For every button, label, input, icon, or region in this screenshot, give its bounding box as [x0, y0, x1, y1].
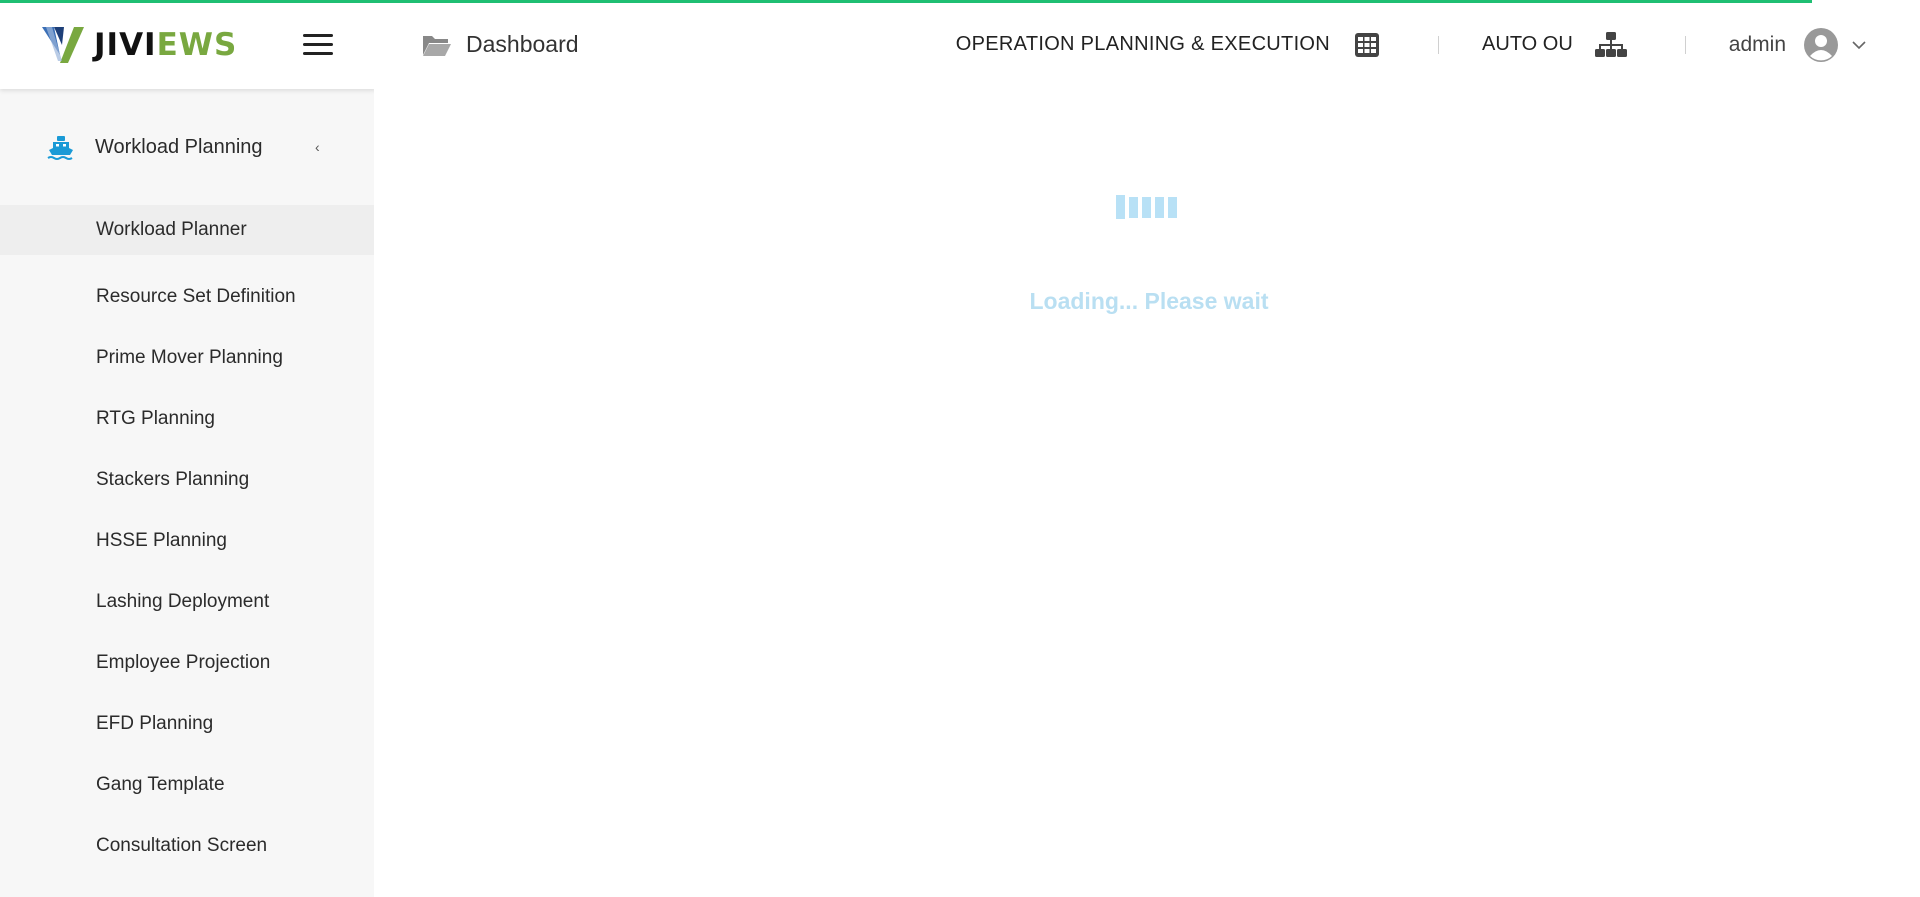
folder-open-icon	[423, 35, 451, 56]
chevron-left-icon[interactable]: ‹	[315, 139, 320, 155]
brand-bar: JIVIEWS	[0, 0, 374, 89]
sidebar-item-lashing-deployment[interactable]: Lashing Deployment	[0, 571, 374, 632]
app-logo[interactable]: JIVIEWS	[40, 25, 237, 65]
sidebar-submenu: Workload Planner Resource Set Definition…	[0, 205, 374, 897]
sidebar-group-label: Workload Planning	[95, 135, 263, 158]
org-unit-label: AUTO OU	[1482, 33, 1573, 55]
module-selector[interactable]: OPERATION PLANNING & EXECUTION	[956, 32, 1380, 58]
user-name: admin	[1728, 32, 1786, 56]
sidebar-item-prime-mover-planning[interactable]: Prime Mover Planning	[0, 327, 374, 388]
sidebar: JIVIEWS Workload Planning ‹ Workload Pla…	[0, 0, 374, 897]
sidebar-item-hsse-planning[interactable]: HSSE Planning	[0, 510, 374, 571]
chevron-down-icon	[1852, 40, 1866, 49]
sidebar-item-employee-projection[interactable]: Employee Projection	[0, 632, 374, 693]
logo-text: JIVIEWS	[94, 26, 238, 63]
page-progress-bar	[0, 0, 1812, 3]
sitemap-icon	[1594, 31, 1627, 57]
sidebar-item-workload-planner[interactable]: Workload Planner	[0, 205, 374, 255]
sidebar-item-efd-planning[interactable]: EFD Planning	[0, 693, 374, 754]
grid-icon	[1355, 32, 1380, 57]
module-label: OPERATION PLANNING & EXECUTION	[955, 33, 1331, 55]
top-header: Dashboard OPERATION PLANNING & EXECUTION…	[374, 0, 1920, 89]
breadcrumb: Dashboard	[422, 31, 579, 58]
sidebar-item-resource-set-definition[interactable]: Resource Set Definition	[0, 266, 374, 327]
user-avatar-icon	[1804, 27, 1838, 62]
org-unit-selector[interactable]: AUTO OU	[1482, 31, 1627, 59]
sidebar-item-rtg-planning[interactable]: RTG Planning	[0, 388, 374, 449]
main-content: Loading... Please wait	[374, 89, 1920, 897]
logo-icon	[42, 26, 84, 63]
sidebar-item-consultation-screen[interactable]: Consultation Screen	[0, 815, 374, 876]
sidebar-group-workload-planning[interactable]: Workload Planning ‹	[0, 89, 374, 205]
header-divider	[1684, 35, 1686, 54]
loading-message: Loading... Please wait	[1029, 288, 1269, 314]
ship-icon	[47, 136, 73, 160]
menu-toggle-icon[interactable]	[303, 34, 333, 56]
loading-spinner-icon	[1116, 195, 1177, 219]
user-menu[interactable]: admin	[1728, 27, 1866, 62]
sidebar-item-stackers-planning[interactable]: Stackers Planning	[0, 449, 374, 510]
sidebar-item-planning-overview-screen[interactable]: Planning Overview Screen	[0, 876, 374, 897]
header-right: OPERATION PLANNING & EXECUTION AUTO OU a…	[956, 0, 1920, 89]
page-title[interactable]: Dashboard	[466, 31, 579, 58]
sidebar-item-gang-template[interactable]: Gang Template	[0, 754, 374, 815]
header-divider	[1438, 35, 1440, 54]
